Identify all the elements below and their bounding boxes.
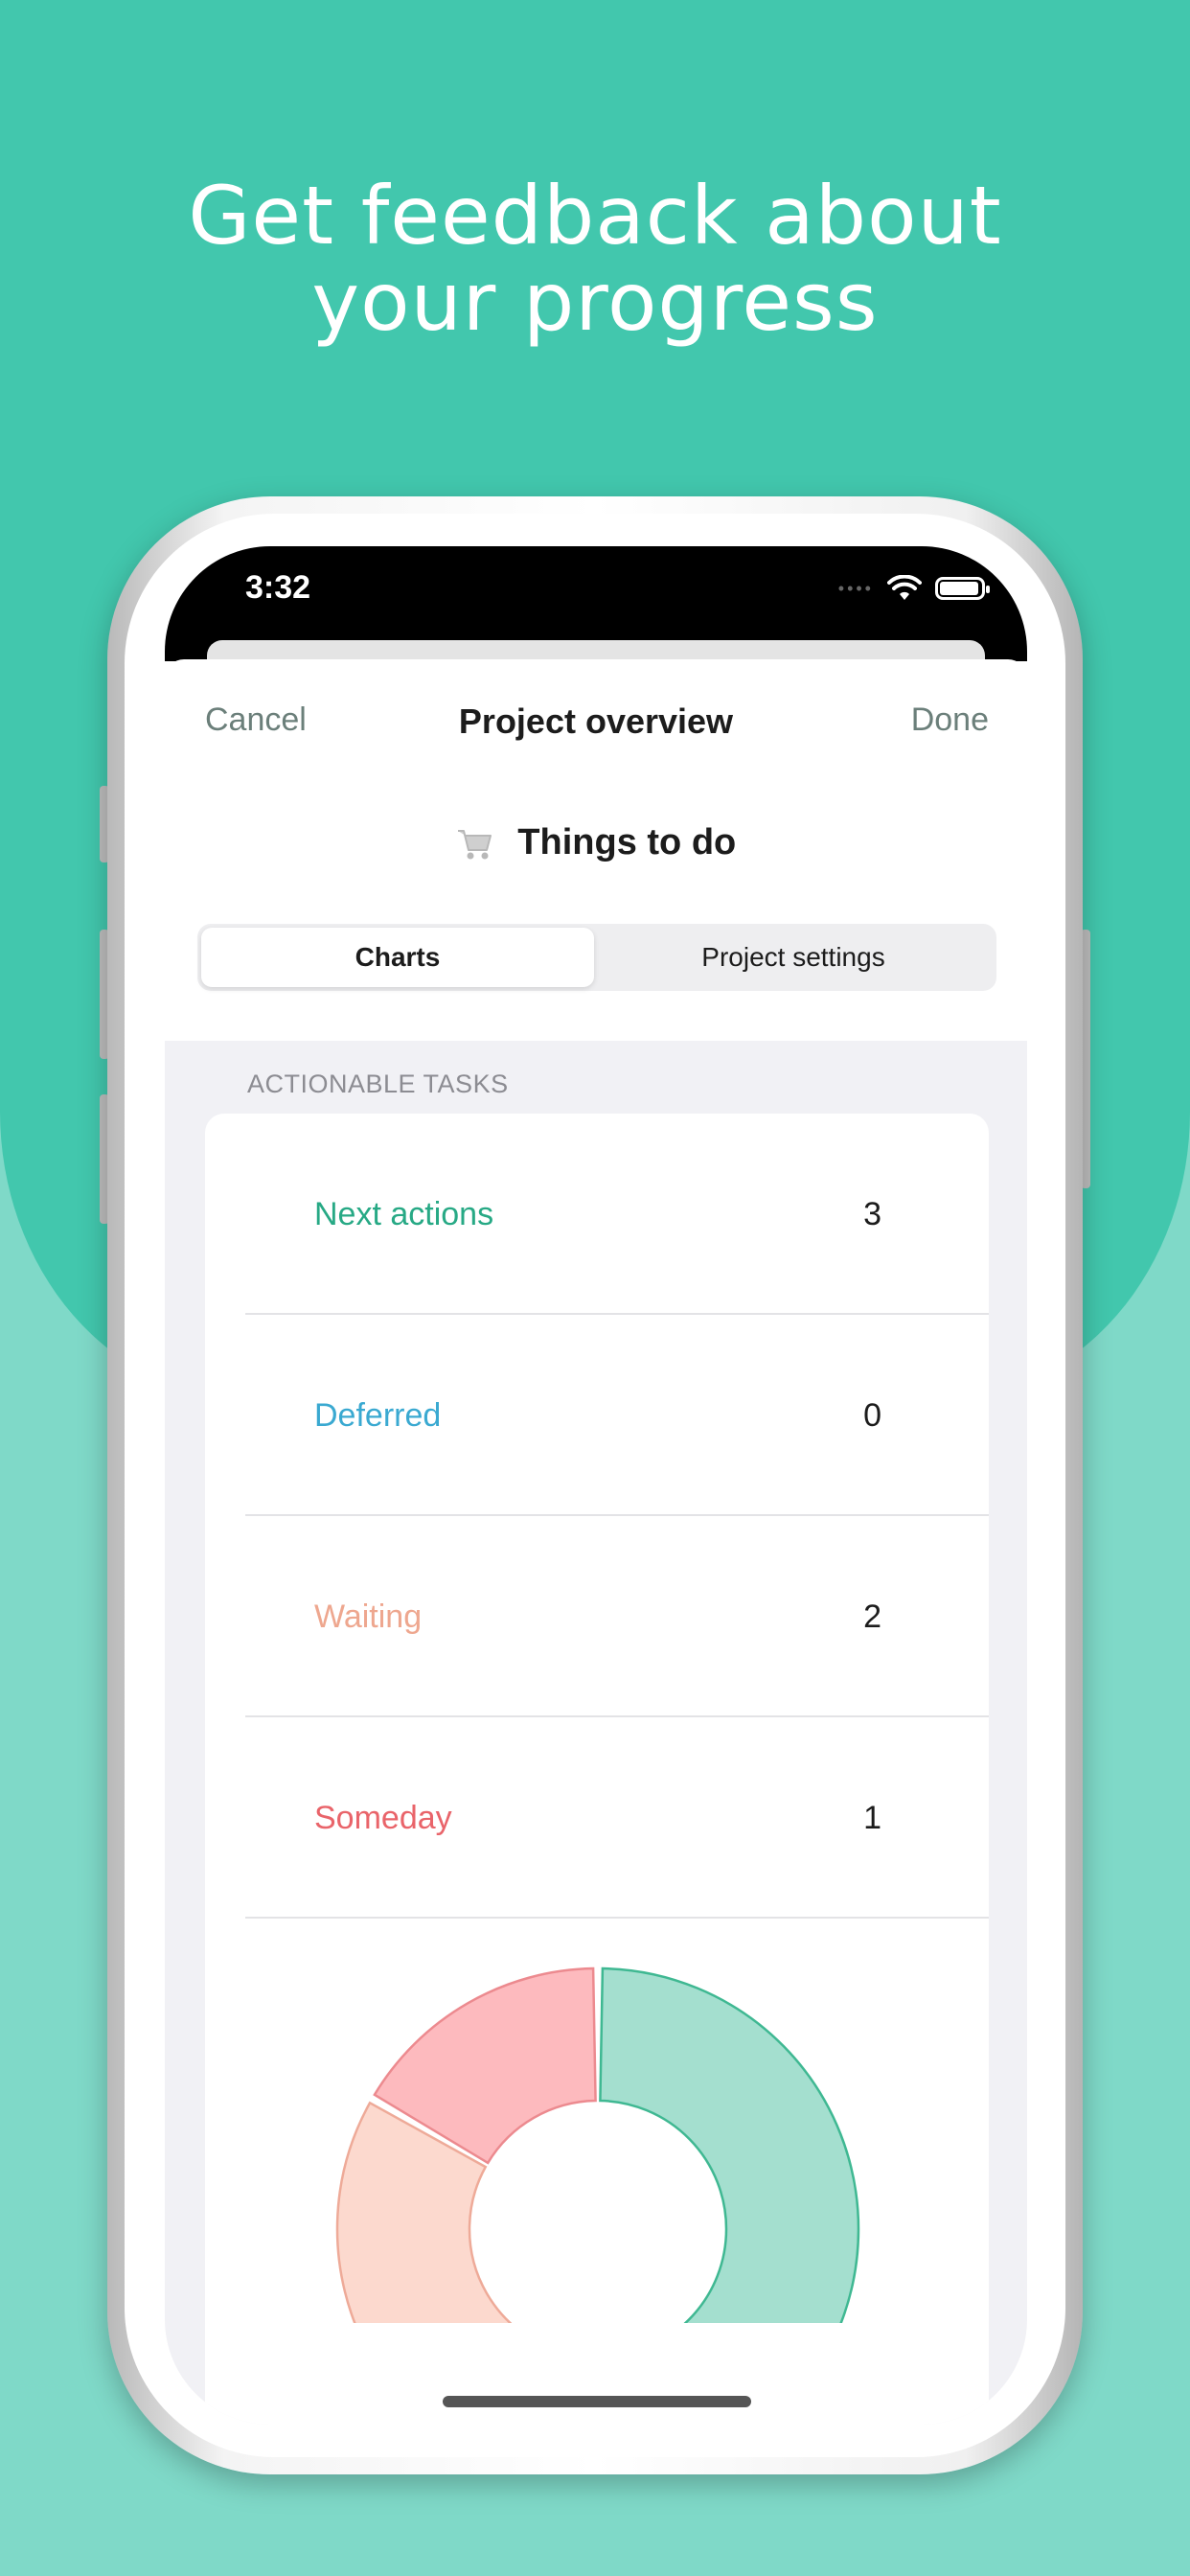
charts-content: ACTIONABLE TASKS Next actions 3 Deferred… — [165, 1041, 1027, 2425]
tasks-donut-chart — [335, 1966, 860, 2323]
battery-icon — [935, 577, 990, 600]
done-button[interactable]: Done — [911, 702, 989, 739]
view-segmented-control: Charts Project settings — [197, 924, 996, 991]
headline: Get feedback about your progress — [0, 172, 1190, 345]
signal-icon: •••• — [837, 578, 874, 598]
navigation-bar: Cancel Project overview Done — [165, 659, 1027, 774]
tab-charts[interactable]: Charts — [201, 928, 594, 987]
task-row-next-actions[interactable]: Next actions 3 — [205, 1114, 989, 1315]
project-name: Things to do — [517, 822, 737, 862]
donut-slice-next-actions — [599, 1966, 860, 2323]
row-label: Waiting — [314, 1598, 423, 1635]
row-count: 2 — [863, 1598, 881, 1635]
wifi-icon — [887, 575, 922, 600]
headline-line-1: Get feedback about — [188, 169, 1002, 263]
task-row-waiting[interactable]: Waiting 2 — [205, 1516, 989, 1717]
nav-title: Project overview — [458, 702, 734, 741]
row-label: Next actions — [314, 1196, 494, 1232]
status-time: 3:32 — [245, 569, 311, 606]
task-row-deferred[interactable]: Deferred 0 — [205, 1315, 989, 1516]
task-row-someday[interactable]: Someday 1 — [205, 1717, 989, 1919]
section-header: ACTIONABLE TASKS — [247, 1070, 509, 1098]
project-title: Things to do — [165, 822, 1027, 863]
row-label: Someday — [314, 1800, 452, 1836]
cart-icon — [457, 829, 492, 860]
project-overview-sheet: Cancel Project overview Done Things to d… — [165, 659, 1027, 2425]
row-count: 3 — [863, 1196, 881, 1232]
row-count: 0 — [863, 1397, 881, 1434]
row-label: Deferred — [314, 1397, 442, 1434]
row-count: 1 — [863, 1800, 881, 1836]
tasks-card: Next actions 3 Deferred 0 Waiting 2 Some… — [205, 1114, 989, 2425]
home-indicator — [443, 2396, 751, 2407]
tab-project-settings[interactable]: Project settings — [594, 928, 993, 987]
status-icons: •••• — [837, 575, 990, 602]
phone-screen: 3:32 •••• Cancel Project overview Done T… — [165, 546, 1027, 2425]
headline-line-2: your progress — [311, 255, 879, 349]
